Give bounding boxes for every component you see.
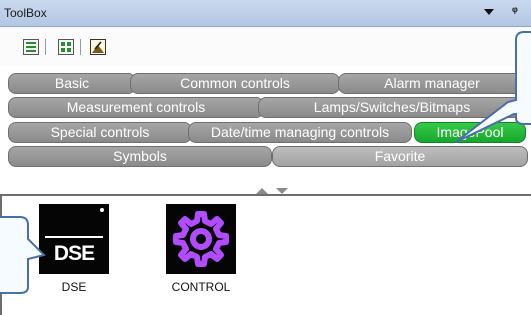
toolbar-separator <box>80 39 81 55</box>
toolbox-titlebar: ToolBox ᵠ <box>0 0 531 27</box>
dse-logo-text: DSE <box>53 242 95 265</box>
list-view-icon[interactable] <box>57 38 75 56</box>
pin-icon[interactable]: ᵠ <box>512 4 518 18</box>
grid-view-icon[interactable] <box>22 38 40 56</box>
tab-symbols[interactable]: Symbols <box>8 146 272 167</box>
callout-bubble-left <box>0 216 46 294</box>
window-title: ToolBox <box>4 6 47 20</box>
imagepool-item-control[interactable]: CONTROL <box>161 204 241 294</box>
gear-icon <box>166 204 236 274</box>
callout-bubble-right <box>455 31 531 143</box>
item-label: CONTROL <box>171 280 231 294</box>
tab-measurement-controls[interactable]: Measurement controls <box>8 97 264 118</box>
toolbar-separator <box>45 39 46 55</box>
dropdown-arrow-icon[interactable] <box>484 9 494 15</box>
tab-favorite[interactable]: Favorite <box>272 146 528 167</box>
picture-icon[interactable] <box>89 38 107 56</box>
tab-special-controls[interactable]: Special controls <box>8 122 192 143</box>
tab-basic[interactable]: Basic <box>8 73 136 94</box>
tab-common-controls[interactable]: Common controls <box>130 73 340 94</box>
tab-date-time-managing-controls[interactable]: Date/time managing controls <box>188 122 412 143</box>
